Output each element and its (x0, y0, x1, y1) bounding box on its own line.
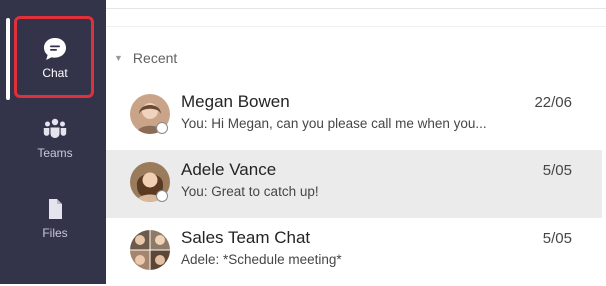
teams-icon (43, 118, 67, 138)
file-icon (49, 199, 62, 219)
app-rail: Chat Teams Files (0, 0, 106, 284)
header-divider (106, 26, 606, 27)
chat-date: 5/05 (542, 230, 572, 247)
rail-item-teams[interactable]: Teams (14, 98, 96, 178)
presence-status-icon (156, 190, 168, 202)
chat-date: 22/06 (534, 94, 572, 111)
chat-preview: Adele: *Schedule meeting* (181, 252, 342, 267)
chat-row-sales-team-chat[interactable]: Sales Team Chat Adele: *Schedule meeting… (106, 218, 602, 286)
chat-date: 5/05 (542, 162, 572, 179)
highlight-box (14, 16, 94, 98)
presence-status-icon (156, 122, 168, 134)
chevron-down-icon: ▼ (114, 53, 123, 63)
chat-name: Megan Bowen (181, 92, 290, 111)
recent-section-header[interactable]: ▼ Recent (114, 50, 177, 66)
group-avatar (130, 230, 170, 270)
rail-item-label: Files (42, 226, 68, 240)
chat-name: Sales Team Chat (181, 228, 311, 247)
top-divider (106, 0, 606, 9)
rail-item-label: Teams (37, 146, 73, 160)
active-indicator (6, 18, 10, 100)
group-avatar-icon (130, 230, 170, 270)
chat-row-megan-bowen[interactable]: Megan Bowen You: Hi Megan, can you pleas… (106, 82, 602, 150)
chat-name: Adele Vance (181, 160, 277, 179)
rail-item-files[interactable]: Files (14, 178, 96, 258)
chat-preview: You: Great to catch up! (181, 184, 319, 199)
chat-list-pane: ▼ Recent Megan Bowen You: Hi Megan, can … (106, 0, 606, 284)
section-label: Recent (132, 50, 178, 66)
chat-row-adele-vance[interactable]: Adele Vance You: Great to catch up! 5/05 (106, 150, 602, 218)
chat-preview: You: Hi Megan, can you please call me wh… (181, 116, 487, 131)
